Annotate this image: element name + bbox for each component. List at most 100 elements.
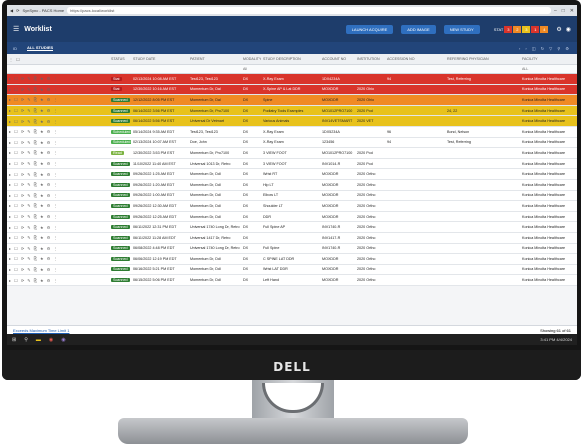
table-row[interactable]: ▸ ☐ ⟳ ✎ ⎘ ★ ⚙ ⋮ Scanned 11/10/2022 11:40 A…: [7, 158, 577, 170]
table-row[interactable]: ▸ ☐ ⟳ ✎ ⎘ ★ ⚙ ⋮ Scanned 12/12/2022 8:05 PM…: [7, 95, 577, 106]
column-header-institution[interactable]: INSTITUTION: [355, 57, 385, 61]
column-header-status[interactable]: STATUS: [109, 57, 131, 61]
launch-acquire-button[interactable]: LAUNCH ACQUIRE: [345, 24, 394, 34]
facility-cell: Konica Minolta Healthcare: [522, 278, 566, 283]
add-image-button[interactable]: ADD IMAGE: [401, 24, 436, 34]
table-row[interactable]: ▸ ☐ ⟳ ✎ ⎘ ★ ⚙ ⋮ Scanned 09/26/2022 1:25 AM…: [7, 169, 577, 180]
column-header-patient[interactable]: PATIENT: [188, 57, 241, 61]
stat-count-badge[interactable]: 4: [540, 25, 549, 33]
column-header-accession-no[interactable]: ACCESSION NO: [385, 57, 445, 61]
modality-filter-select[interactable]: All: [241, 67, 261, 71]
facility-cell: Konica Minolta Healthcare: [522, 129, 566, 134]
row-action-icons[interactable]: ▸ ☐ ⟳ ✎ ⎘ ★ ⚙ ⋮: [7, 87, 109, 92]
table-row[interactable]: ▸ ☐ ⟳ ✎ ⎘ ★ ⚙ ⋮ Scanned 06/16/2022 5:21 PM…: [7, 264, 577, 276]
stat-count-badge[interactable]: 3: [522, 25, 531, 33]
user-icon[interactable]: ◉: [566, 26, 571, 33]
study-date-cell: 09/26/2022 1:25 AM EDT: [133, 172, 175, 177]
worklist-table-body: ▸ ☐ ⟳ ✎ ⎘ ★ ⚙ ⋮ Stat 02/13/2024 10:08 AM E…: [7, 74, 577, 286]
column-header-study-date[interactable]: STUDY DATE: [131, 57, 188, 61]
row-action-icons[interactable]: ▸ ☐ ⟳ ✎ ⎘ ★ ⚙ ⋮: [7, 172, 109, 177]
table-row[interactable]: ▸ ☐ ⟳ ✎ ⎘ ★ ⚙ ⋮ Scanned 06/14/2022 5:56 PM…: [7, 116, 577, 127]
institution-cell: 2020 Ortho: [357, 214, 376, 219]
table-row[interactable]: ▸ ☐ ⟳ ✎ ⎘ ★ ⚙ ⋮ Scanned 06/15/2022 5:06 PM…: [7, 275, 577, 286]
status-cell: Scanned: [109, 203, 131, 208]
time-limit-link[interactable]: Exceeds Maximum Time Limit 1: [13, 328, 69, 333]
row-action-icons[interactable]: ▸ ☐ ⟳ ✎ ⎘ ★ ⚙ ⋮: [7, 161, 109, 166]
row-action-icons[interactable]: ▸ ☐ ⟳ ✎ ⎘ ★ ⚙ ⋮: [7, 267, 109, 272]
row-action-icons[interactable]: ▸ ☐ ⟳ ✎ ⎘ ★ ⚙ ⋮: [7, 225, 109, 230]
stat-count-badge[interactable]: 3: [504, 25, 513, 33]
minimize-icon[interactable]: –: [554, 8, 557, 14]
table-row[interactable]: ▸ ☐ ⟳ ✎ ⎘ ★ ⚙ ⋮ Scanned 06/06/2022 12:19 P…: [7, 254, 577, 265]
modality-cell: DX: [243, 193, 249, 198]
search-icon[interactable]: ⚲: [24, 337, 28, 343]
address-bar[interactable]: https://pacs.local/worklist: [67, 7, 551, 14]
account-no-cell: MOXDDR: [322, 182, 339, 187]
facility-cell: Konica Minolta Healthcare: [522, 108, 566, 113]
url-text: https://pacs.local/worklist: [70, 8, 115, 13]
back-icon[interactable]: ◀: [10, 8, 13, 13]
column-header-study-description[interactable]: STUDY DESCRIPTION: [261, 57, 320, 61]
row-action-icons[interactable]: ▸ ☐ ⟳ ✎ ⎘ ★ ⚙ ⋮: [7, 214, 109, 219]
row-action-icons[interactable]: ▸ ☐ ⟳ ✎ ⎘ ★ ⚙ ⋮: [7, 150, 109, 155]
column-header-modality[interactable]: MODALITY: [241, 57, 261, 61]
row-action-icons[interactable]: ▸ ☐ ⟳ ✎ ⎘ ★ ⚙ ⋮: [7, 278, 109, 283]
close-icon[interactable]: ✕: [570, 8, 574, 14]
row-action-icons[interactable]: ▸ ☐ ⟳ ✎ ⎘ ★ ⚙ ⋮: [7, 246, 109, 251]
browser-tab-title[interactable]: SynSync - PACS Home: [22, 8, 64, 13]
table-row[interactable]: ▸ ☐ ⟳ ✎ ⎘ ★ ⚙ ⋮ Scheduled 05/14/2024 9:35 …: [7, 126, 577, 138]
table-row[interactable]: ▸ ☐ ⟳ ✎ ⎘ ★ ⚙ ⋮ Stat 12/30/2022 10:16 AM E…: [7, 84, 577, 96]
row-action-icons[interactable]: ▸ ☐ ⟳ ✎ ⎘ ★ ⚙ ⋮: [7, 119, 109, 124]
maximize-icon[interactable]: □: [562, 8, 565, 14]
row-action-icons[interactable]: ▸ ☐ ⟳ ✎ ⎘ ★ ⚙ ⋮: [7, 182, 109, 187]
column-header-facility[interactable]: FACILITY: [520, 57, 577, 61]
table-row[interactable]: ▸ ☐ ⟳ ✎ ⎘ ★ ⚙ ⋮ Scanned 06/11/2022 12:31 P…: [7, 222, 577, 233]
account-no-cell: 1DX4234A: [322, 76, 340, 81]
tab-all-studies[interactable]: ALL STUDIES: [27, 45, 54, 51]
file-explorer-icon[interactable]: ▬: [36, 337, 41, 343]
column-header-account-no[interactable]: ACCOUNT NO: [320, 57, 355, 61]
row-action-icons[interactable]: ▸ ☐ ⟳ ✎ ⎘ ★ ⚙ ⋮: [7, 97, 109, 102]
institution-cell: 2020 Ortho: [357, 246, 376, 251]
taskbar-date: 4/4/2024: [556, 337, 572, 342]
app-icon[interactable]: ◉: [61, 337, 65, 343]
tab-id[interactable]: ID: [13, 46, 17, 51]
row-action-icons[interactable]: ▸ ☐ ⟳ ✎ ⎘ ★ ⚙ ⋮: [7, 235, 109, 240]
table-row[interactable]: ▸ ☐ ⟳ ✎ ⎘ ★ ⚙ ⋮ Scanned 09/26/2022 12:30 A…: [7, 201, 577, 212]
row-action-icons[interactable]: ▸ ☐ ⟳ ✎ ⎘ ★ ⚙ ⋮: [7, 140, 109, 145]
gear-icon[interactable]: ⚙: [556, 26, 561, 33]
chrome-icon[interactable]: ◉: [49, 337, 53, 343]
refresh-icon[interactable]: ⟳: [16, 8, 19, 13]
row-action-icons[interactable]: ▸ ☐ ⟳ ✎ ⎘ ★ ⚙ ⋮: [7, 129, 109, 134]
study-date-cell: 12/30/2022 10:16 AM EST: [133, 87, 177, 92]
row-action-icons[interactable]: ▸ ☐ ⟳ ✎ ⎘ ★ ⚙ ⋮: [7, 256, 109, 261]
row-action-icons[interactable]: ▸ ☐ ⟳ ✎ ⎘ ★ ⚙ ⋮: [7, 203, 109, 208]
table-row[interactable]: ▸ ☐ ⟳ ✎ ⎘ ★ ⚙ ⋮ Scheduled 02/13/2024 10:07…: [7, 137, 577, 149]
table-row[interactable]: ▸ ☐ ⟳ ✎ ⎘ ★ ⚙ ⋮ Scanned 09/26/2022 1:00 AM…: [7, 190, 577, 202]
column-header-referring-physician[interactable]: REFERRING PHYSICIAN: [445, 57, 520, 61]
dell-logo: DELL: [273, 360, 311, 374]
menu-icon[interactable]: ☰: [13, 25, 19, 33]
row-action-icons[interactable]: ▸ ☐ ⟳ ✎ ⎘ ★ ⚙ ⋮: [7, 108, 109, 113]
table-row[interactable]: ▸ ☐ ⟳ ✎ ⎘ ★ ⚙ ⋮ Stat 02/13/2024 10:08 AM E…: [7, 74, 577, 85]
table-row[interactable]: ▸ ☐ ⟳ ✎ ⎘ ★ ⚙ ⋮ Scanned 09/26/2022 1:20 AM…: [7, 179, 577, 191]
new-study-button[interactable]: NEW STUDY: [443, 24, 480, 34]
row-action-icons[interactable]: ▸ ☐ ⟳ ✎ ⎘ ★ ⚙ ⋮: [7, 76, 109, 81]
toolbar-icons[interactable]: ‹ › ◫ ↻ ▽ ⚲ ⚙: [519, 46, 571, 51]
table-row[interactable]: ▸ ☐ ⟳ ✎ ⎘ ★ ⚙ ⋮ Scanned 06/14/2022 3:56 PM…: [7, 105, 577, 117]
table-row[interactable]: ▸ ☐ ⟳ ✎ ⎘ ★ ⚙ ⋮ Read 12/30/2022 3:53 PM ES…: [7, 148, 577, 159]
patient-cell: Universal Dr Vetmart: [190, 119, 225, 124]
table-row[interactable]: ▸ ☐ ⟳ ✎ ⎘ ★ ⚙ ⋮ Scanned 06/11/2022 11:28 A…: [7, 232, 577, 244]
table-row[interactable]: ▸ ☐ ⟳ ✎ ⎘ ★ ⚙ ⋮ Scanned 09/26/2022 12:25 A…: [7, 211, 577, 223]
facility-filter-select[interactable]: ALL: [520, 67, 577, 71]
modality-cell: DX: [243, 119, 249, 124]
institution-cell: 2020 Ortho: [357, 182, 376, 187]
stat-count-badge[interactable]: 2: [513, 25, 522, 33]
status-badge: Stat: [111, 76, 122, 81]
select-all-checkbox[interactable]: ⋮ ☐: [7, 57, 109, 62]
windows-start-icon[interactable]: ⊞: [12, 337, 16, 343]
status-badge: Scanned: [111, 97, 130, 102]
stat-count-badge[interactable]: 1: [531, 25, 540, 33]
table-row[interactable]: ▸ ☐ ⟳ ✎ ⎘ ★ ⚙ ⋮ Scanned 06/08/2022 4:48 PM…: [7, 243, 577, 255]
row-action-icons[interactable]: ▸ ☐ ⟳ ✎ ⎘ ★ ⚙ ⋮: [7, 193, 109, 198]
